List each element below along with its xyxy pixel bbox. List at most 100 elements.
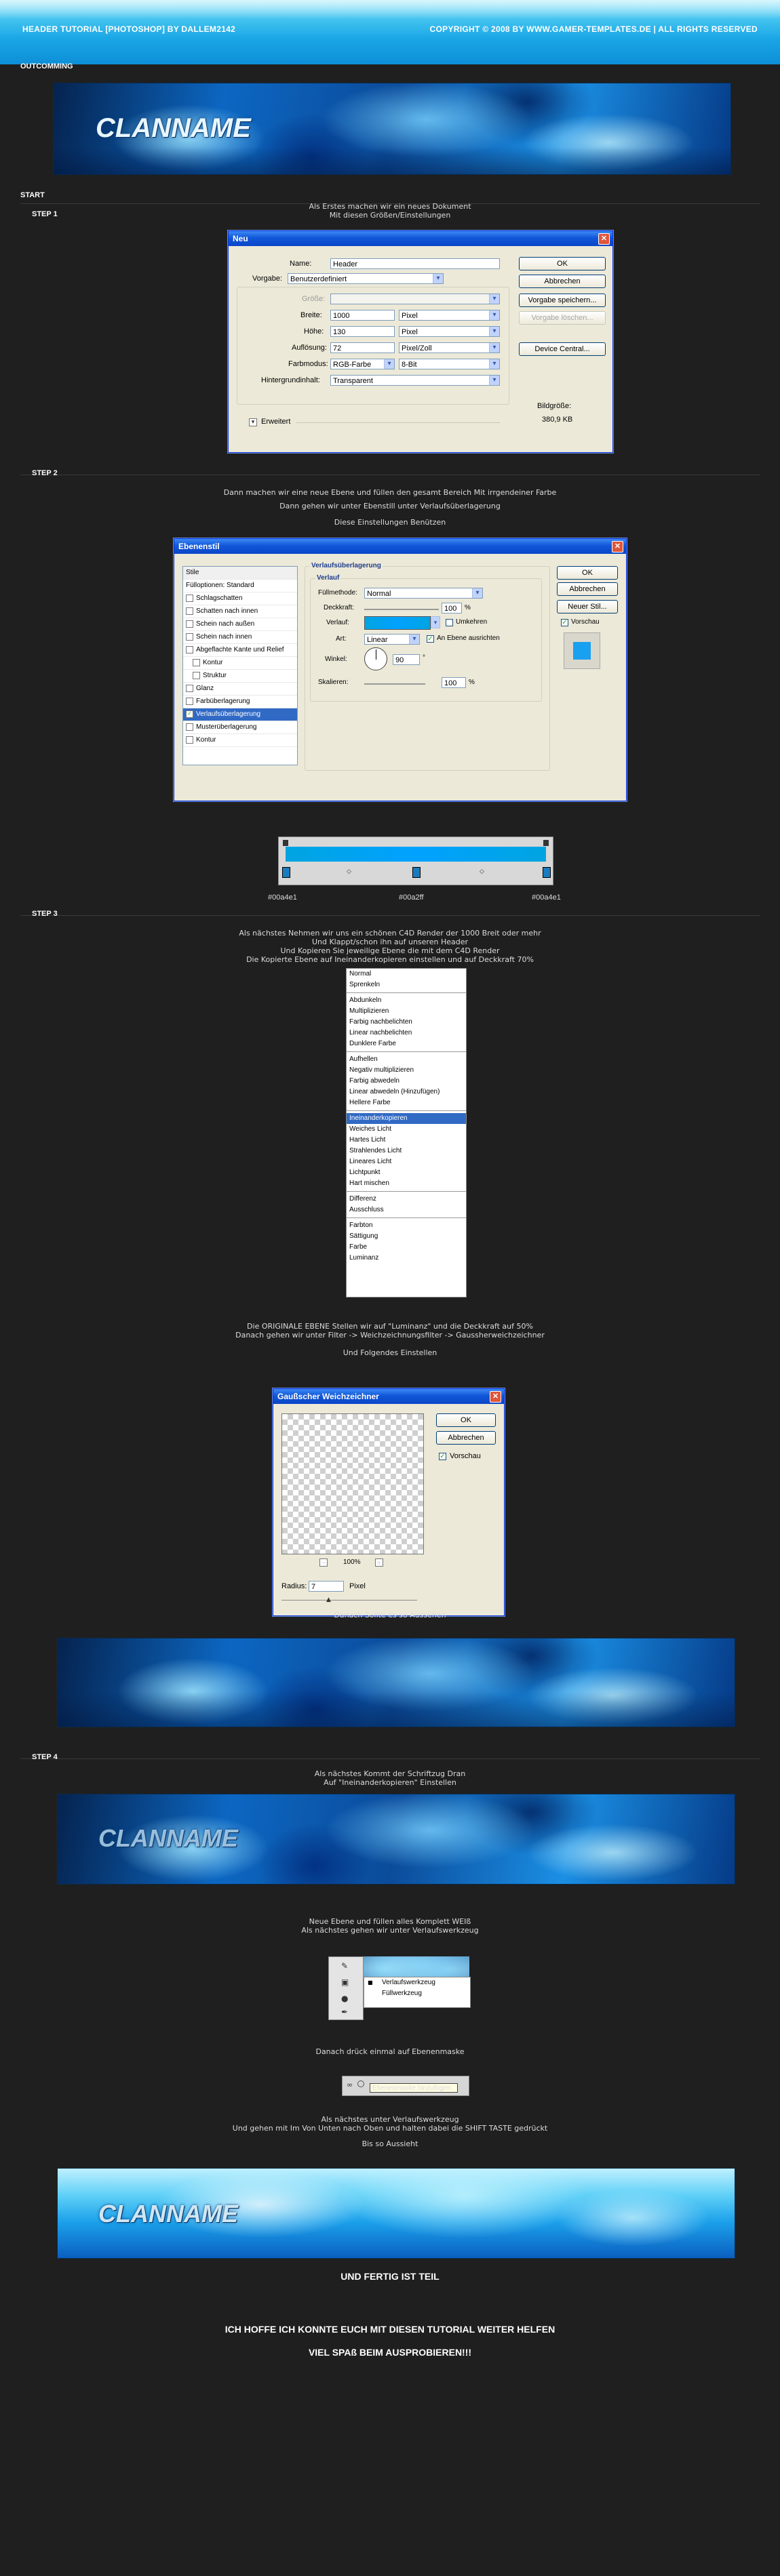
angle-dial[interactable] — [364, 647, 387, 670]
color-stop-middle[interactable] — [412, 867, 421, 878]
gradient-tool-icon[interactable]: ▣ — [341, 1977, 349, 1987]
style-item-contour[interactable]: Kontur — [183, 657, 297, 670]
close-icon[interactable]: ✕ — [598, 233, 610, 245]
blend-menu-item[interactable]: Dunklere Farbe — [347, 1039, 466, 1049]
blend-menu-item[interactable]: Linear abwedeln (Hinzufügen) — [347, 1087, 466, 1098]
blend-menu-item[interactable]: Linear nachbelichten — [347, 1028, 466, 1039]
cancel-button[interactable]: Abbrechen — [519, 275, 606, 288]
width-unit-select[interactable]: Pixel — [399, 310, 500, 321]
blend-menu-item[interactable]: Lichtpunkt — [347, 1167, 466, 1178]
opacity-field[interactable]: 100 — [442, 603, 462, 613]
ok-button[interactable]: OK — [436, 1413, 496, 1427]
color-stop-right[interactable] — [543, 867, 551, 878]
delete-preset-button[interactable]: Vorgabe löschen... — [519, 311, 606, 325]
radius-slider-thumb[interactable]: ▲ — [326, 1596, 331, 1603]
cancel-button[interactable]: Abbrechen — [557, 582, 618, 596]
chevron-down-icon[interactable]: ▾ — [249, 418, 257, 426]
checkbox[interactable] — [186, 594, 193, 602]
advanced-toggle[interactable]: Erweitert — [261, 418, 290, 426]
style-item-gradient-overlay[interactable]: ✓ Verlaufsüberlagerung — [183, 708, 297, 721]
blend-menu-item[interactable]: Ineinanderkopieren — [347, 1113, 466, 1124]
mask-icon[interactable] — [357, 2080, 364, 2087]
size-select[interactable] — [330, 294, 500, 304]
angle-field[interactable]: 90 — [393, 654, 420, 665]
opacity-stop-right[interactable] — [543, 840, 549, 846]
new-style-button[interactable]: Neuer Stil... — [557, 600, 618, 613]
blur-preview[interactable] — [281, 1413, 424, 1554]
style-item-inner-shadow[interactable]: Schatten nach innen — [183, 605, 297, 618]
gradient-bar[interactable] — [286, 847, 546, 862]
color-mode-select[interactable]: RGB-Farbe — [330, 359, 395, 369]
style-item-texture[interactable]: Struktur — [183, 670, 297, 683]
checkbox[interactable] — [186, 632, 193, 641]
pen-icon[interactable]: ✒ — [341, 2007, 348, 2017]
checkbox[interactable] — [186, 723, 193, 731]
reverse-checkbox[interactable] — [446, 619, 453, 626]
blend-menu-item[interactable]: Hartes Licht — [347, 1135, 466, 1146]
style-item-bevel[interactable]: Abgeflachte Kante und Relief — [183, 644, 297, 657]
style-item-stroke[interactable]: Kontur — [183, 734, 297, 747]
ok-button[interactable]: OK — [519, 257, 606, 270]
radius-field[interactable]: 7 — [309, 1581, 344, 1592]
zoom-out-icon[interactable]: − — [319, 1558, 328, 1567]
close-icon[interactable]: ✕ — [490, 1391, 501, 1403]
blend-menu-item[interactable]: Luminanz — [347, 1253, 466, 1264]
styles-header[interactable]: Stile — [183, 567, 297, 580]
menu-item-gradient-tool[interactable]: Verlaufswerkzeug — [364, 1977, 470, 1988]
save-preset-button[interactable]: Vorgabe speichern... — [519, 294, 606, 307]
blend-menu-item[interactable]: Strahlendes Licht — [347, 1146, 466, 1156]
height-unit-select[interactable]: Pixel — [399, 326, 500, 337]
link-icon[interactable]: ∞ — [347, 2080, 353, 2089]
align-checkbox[interactable]: ✓ — [427, 635, 434, 643]
height-field[interactable]: 130 — [330, 326, 395, 337]
blend-menu-item[interactable]: Differenz — [347, 1194, 466, 1205]
radius-slider[interactable] — [281, 1600, 417, 1601]
blend-menu-item[interactable]: Negativ multiplizieren — [347, 1065, 466, 1076]
blend-menu-item[interactable]: Ausschluss — [347, 1205, 466, 1215]
width-field[interactable]: 1000 — [330, 310, 395, 321]
blend-menu-item[interactable]: Sättigung — [347, 1231, 466, 1242]
blend-menu-item[interactable]: Normal — [347, 969, 466, 980]
midpoint-marker[interactable]: ◇ — [347, 868, 351, 875]
blend-menu-item[interactable]: Hellere Farbe — [347, 1098, 466, 1108]
style-item-pattern-overlay[interactable]: Musterüberlagerung — [183, 721, 297, 734]
scale-slider[interactable] — [364, 683, 425, 685]
preview-checkbox[interactable]: ✓ — [561, 619, 568, 626]
gradient-swatch[interactable] — [364, 616, 431, 630]
checkbox[interactable] — [186, 620, 193, 628]
blend-menu-item[interactable]: Sprenkeln — [347, 980, 466, 990]
style-select[interactable]: Linear — [364, 634, 420, 645]
checkbox[interactable] — [186, 645, 193, 653]
eyedropper-icon[interactable]: ✎ — [341, 1961, 348, 1971]
style-item-color-overlay[interactable]: Farbüberlagerung — [183, 696, 297, 708]
chevron-down-icon[interactable]: ▾ — [431, 616, 440, 628]
style-item-drop-shadow[interactable]: Schlagschatten — [183, 592, 297, 605]
checkbox[interactable] — [186, 697, 193, 705]
color-stop-left[interactable] — [282, 867, 290, 878]
style-item-outer-glow[interactable]: Schein nach außen — [183, 618, 297, 631]
checkbox[interactable] — [186, 684, 193, 692]
blend-menu-item[interactable]: Farbig nachbelichten — [347, 1017, 466, 1028]
style-item-inner-glow[interactable]: Schein nach innen — [183, 631, 297, 644]
checkbox[interactable] — [186, 736, 193, 744]
bit-depth-select[interactable]: 8-Bit — [399, 359, 500, 369]
blend-menu-item[interactable]: Farbig abwedeln — [347, 1076, 466, 1087]
checkbox[interactable] — [186, 607, 193, 615]
cancel-button[interactable]: Abbrechen — [436, 1431, 496, 1445]
blend-menu-item[interactable]: Multiplizieren — [347, 1006, 466, 1017]
preview-checkbox[interactable]: ✓ — [439, 1453, 446, 1460]
checkbox[interactable]: ✓ — [186, 710, 193, 718]
device-central-button[interactable]: Device Central... — [519, 342, 606, 356]
resolution-unit-select[interactable]: Pixel/Zoll — [399, 342, 500, 353]
ok-button[interactable]: OK — [557, 566, 618, 580]
checkbox[interactable] — [193, 658, 200, 666]
blend-menu-item[interactable]: Abdunkeln — [347, 995, 466, 1006]
opacity-stop-left[interactable] — [283, 840, 288, 846]
style-item-satin[interactable]: Glanz — [183, 683, 297, 696]
blend-menu-item[interactable]: Lineares Licht — [347, 1156, 466, 1167]
opacity-slider[interactable] — [364, 609, 439, 610]
blend-menu-item[interactable]: Hart mischen — [347, 1178, 466, 1189]
resolution-field[interactable]: 72 — [330, 342, 395, 353]
blend-mode-select[interactable]: Normal — [364, 588, 483, 599]
zoom-in-icon[interactable]: + — [375, 1558, 383, 1567]
